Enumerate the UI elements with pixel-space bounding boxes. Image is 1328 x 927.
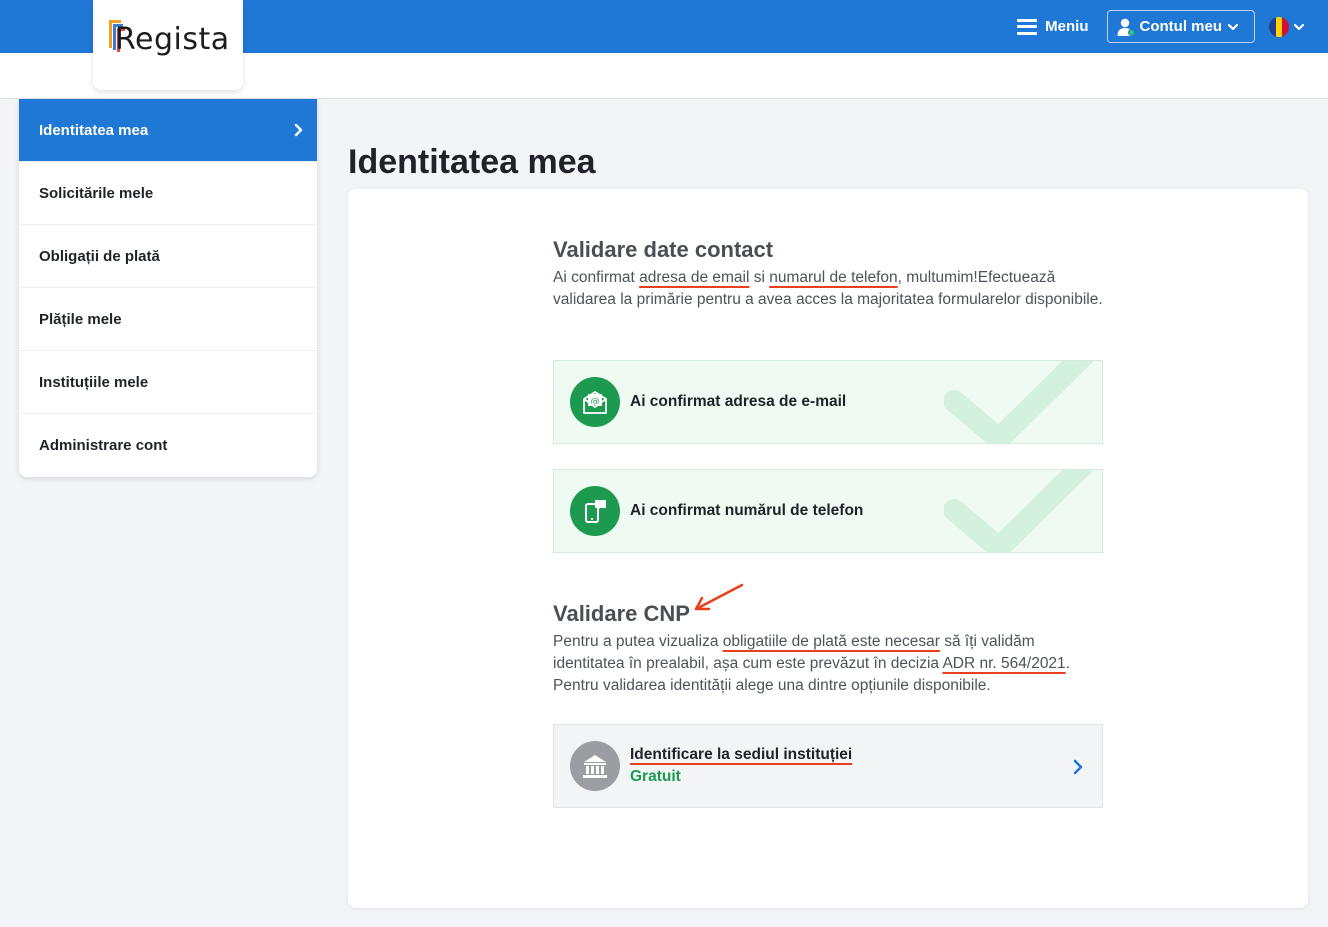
account-button[interactable]: Contul meu bbox=[1106, 10, 1255, 43]
hamburger-icon bbox=[1017, 18, 1038, 35]
sidebar-item-obligatii-de-plata[interactable]: Obligații de plată bbox=[19, 225, 317, 288]
sidebar-item-solicitarile-mele[interactable]: Solicitările mele bbox=[19, 162, 317, 225]
annotation-arrow-icon bbox=[694, 583, 744, 611]
sidebar-item-administrare-cont[interactable]: Administrare cont bbox=[19, 414, 317, 477]
logo[interactable]: Regista bbox=[93, 0, 243, 90]
checkmark-icon bbox=[944, 361, 1094, 443]
chevron-down-icon bbox=[1293, 23, 1305, 30]
sidebar-item-label: Solicitările mele bbox=[39, 184, 154, 202]
menu-button[interactable]: Meniu bbox=[1017, 18, 1089, 35]
phone-status-label: Ai confirmat numărul de telefon bbox=[630, 502, 864, 519]
cnp-heading: Validare CNP bbox=[553, 601, 690, 626]
user-icon bbox=[1117, 18, 1135, 36]
language-selector[interactable] bbox=[1269, 16, 1306, 37]
sidebar-item-label: Administrare cont bbox=[39, 437, 168, 454]
chevron-right-icon bbox=[1073, 759, 1083, 775]
navbar-actions: Meniu Contul meu bbox=[1017, 0, 1328, 53]
romania-flag-icon bbox=[1269, 16, 1289, 37]
page-title: Identitatea mea bbox=[348, 143, 596, 181]
option-title: Identificare la sediul instituției bbox=[630, 746, 853, 763]
brand-name: Regista bbox=[115, 22, 230, 57]
phone-icon bbox=[570, 486, 620, 536]
obligations-highlight: obligatiile de plată este necesar bbox=[722, 633, 940, 650]
sidebar-item-label: Instituțiile mele bbox=[39, 373, 149, 391]
cnp-validation-section: Validare CNP Pentru a putea vizualiza ob… bbox=[553, 601, 1103, 697]
phone-highlight: numarul de telefon bbox=[769, 269, 898, 286]
menu-label: Meniu bbox=[1045, 18, 1089, 35]
option-price: Gratuit bbox=[630, 768, 681, 785]
checkmark-icon bbox=[944, 470, 1094, 552]
institution-identification-option[interactable]: Identificare la sediul instituției Gratu… bbox=[553, 724, 1103, 808]
email-status-label: Ai confirmat adresa de e-mail bbox=[630, 393, 847, 410]
institution-icon bbox=[570, 741, 620, 791]
chevron-down-icon bbox=[1227, 23, 1239, 30]
account-label: Contul meu bbox=[1139, 18, 1223, 35]
option-text: Identificare la sediul instituției Gratu… bbox=[630, 746, 852, 786]
sidebar: Identitatea mea Solicitările mele Obliga… bbox=[19, 99, 317, 477]
cnp-description: Pentru a putea vizualiza obligatiile de … bbox=[553, 633, 1070, 694]
sidebar-item-label: Obligații de plată bbox=[39, 247, 160, 265]
email-icon: @ bbox=[570, 377, 620, 427]
sidebar-item-label: Plățile mele bbox=[39, 310, 122, 328]
phone-confirmed-box: Ai confirmat numărul de telefon bbox=[553, 469, 1103, 553]
email-highlight: adresa de email bbox=[639, 269, 750, 286]
chevron-right-icon bbox=[294, 123, 303, 137]
adr-highlight: ADR nr. 564/2021 bbox=[942, 655, 1066, 672]
contact-description: Ai confirmat adresa de email si numarul … bbox=[553, 269, 1103, 308]
sidebar-item-label: Identitatea mea bbox=[39, 121, 149, 139]
sidebar-item-institutiile-mele[interactable]: Instituțiile mele bbox=[19, 351, 317, 414]
sidebar-item-platile-mele[interactable]: Plățile mele bbox=[19, 288, 317, 351]
email-confirmed-box: @ Ai confirmat adresa de e-mail bbox=[553, 360, 1103, 444]
sidebar-item-identitatea-mea[interactable]: Identitatea mea bbox=[19, 99, 317, 162]
contact-validation-section: Validare date contact Ai confirmat adres… bbox=[553, 237, 1103, 311]
contact-heading: Validare date contact bbox=[553, 237, 774, 262]
